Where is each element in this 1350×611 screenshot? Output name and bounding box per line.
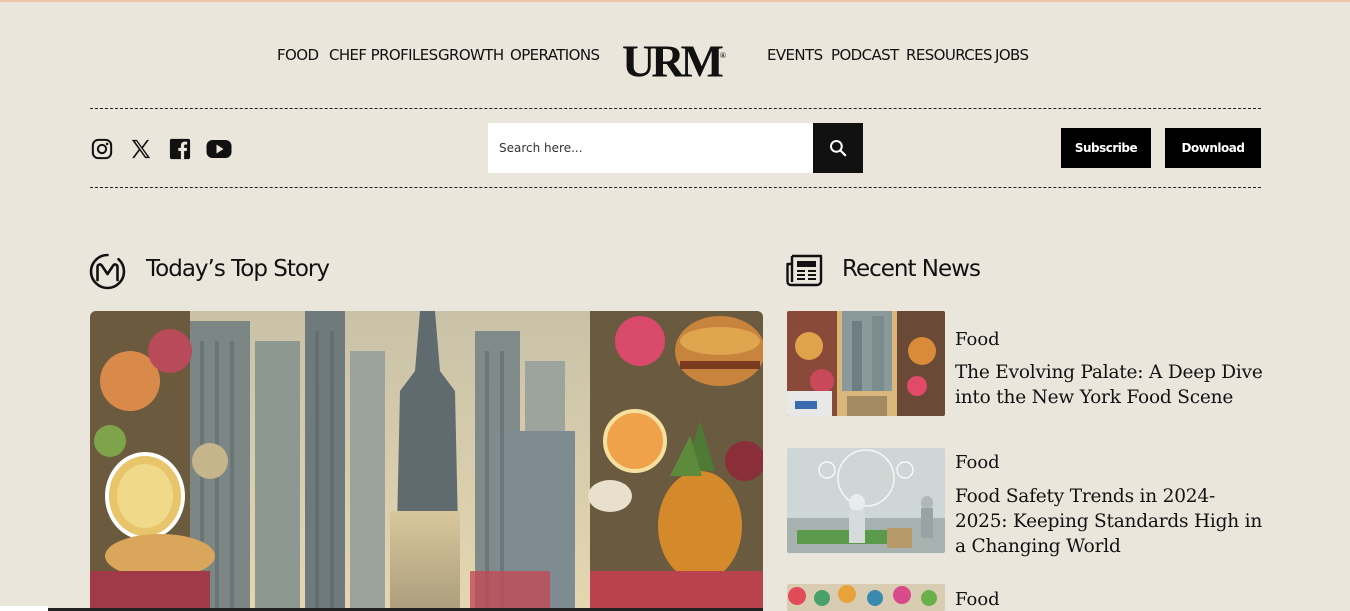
- instagram-icon[interactable]: [89, 136, 115, 162]
- news-thumb-1[interactable]: [787, 311, 945, 416]
- nav-food[interactable]: FOOD: [277, 46, 319, 64]
- search-bar: [488, 123, 863, 173]
- bottom-edge: [0, 606, 48, 611]
- nav-jobs[interactable]: JOBS: [995, 46, 1029, 64]
- nav-operations[interactable]: OPERATIONS: [510, 46, 600, 64]
- top-story-icon: [89, 253, 126, 296]
- news-category-2[interactable]: Food: [955, 452, 1000, 473]
- top-story-image[interactable]: [90, 311, 763, 611]
- top-accent-rule: [0, 0, 1350, 2]
- divider-top: [90, 108, 1261, 109]
- site-logo[interactable]: URM®: [622, 36, 726, 84]
- news-title-1[interactable]: The Evolving Palate: A Deep Dive into th…: [955, 360, 1265, 410]
- divider-bottom: [90, 187, 1261, 188]
- nav-events[interactable]: EVENTS: [767, 46, 823, 64]
- news-thumb-2[interactable]: [787, 448, 945, 553]
- recent-news-title: Recent News: [842, 256, 981, 282]
- subscribe-button[interactable]: Subscribe: [1061, 128, 1151, 168]
- search-input[interactable]: [488, 123, 813, 173]
- youtube-icon[interactable]: [206, 136, 232, 162]
- news-category-3[interactable]: Food: [955, 589, 1000, 610]
- nav-growth[interactable]: GROWTH: [438, 46, 504, 64]
- newspaper-icon: [786, 254, 823, 292]
- nav-chef-profiles[interactable]: CHEF PROFILES: [329, 46, 438, 64]
- news-category-1[interactable]: Food: [955, 329, 1000, 350]
- news-title-2[interactable]: Food Safety Trends in 2024-2025: Keeping…: [955, 484, 1265, 559]
- x-icon[interactable]: [128, 136, 154, 162]
- nav-podcast[interactable]: PODCAST: [831, 46, 899, 64]
- news-thumb-3[interactable]: [787, 584, 945, 611]
- download-button[interactable]: Download: [1165, 128, 1261, 168]
- search-button[interactable]: [813, 123, 863, 173]
- facebook-icon[interactable]: [167, 136, 193, 162]
- nav-resources[interactable]: RESOURCES: [906, 46, 993, 64]
- search-icon: [829, 139, 847, 157]
- main-nav: FOOD CHEF PROFILES GROWTH OPERATIONS URM…: [0, 30, 1350, 84]
- top-story-title: Today’s Top Story: [146, 256, 330, 282]
